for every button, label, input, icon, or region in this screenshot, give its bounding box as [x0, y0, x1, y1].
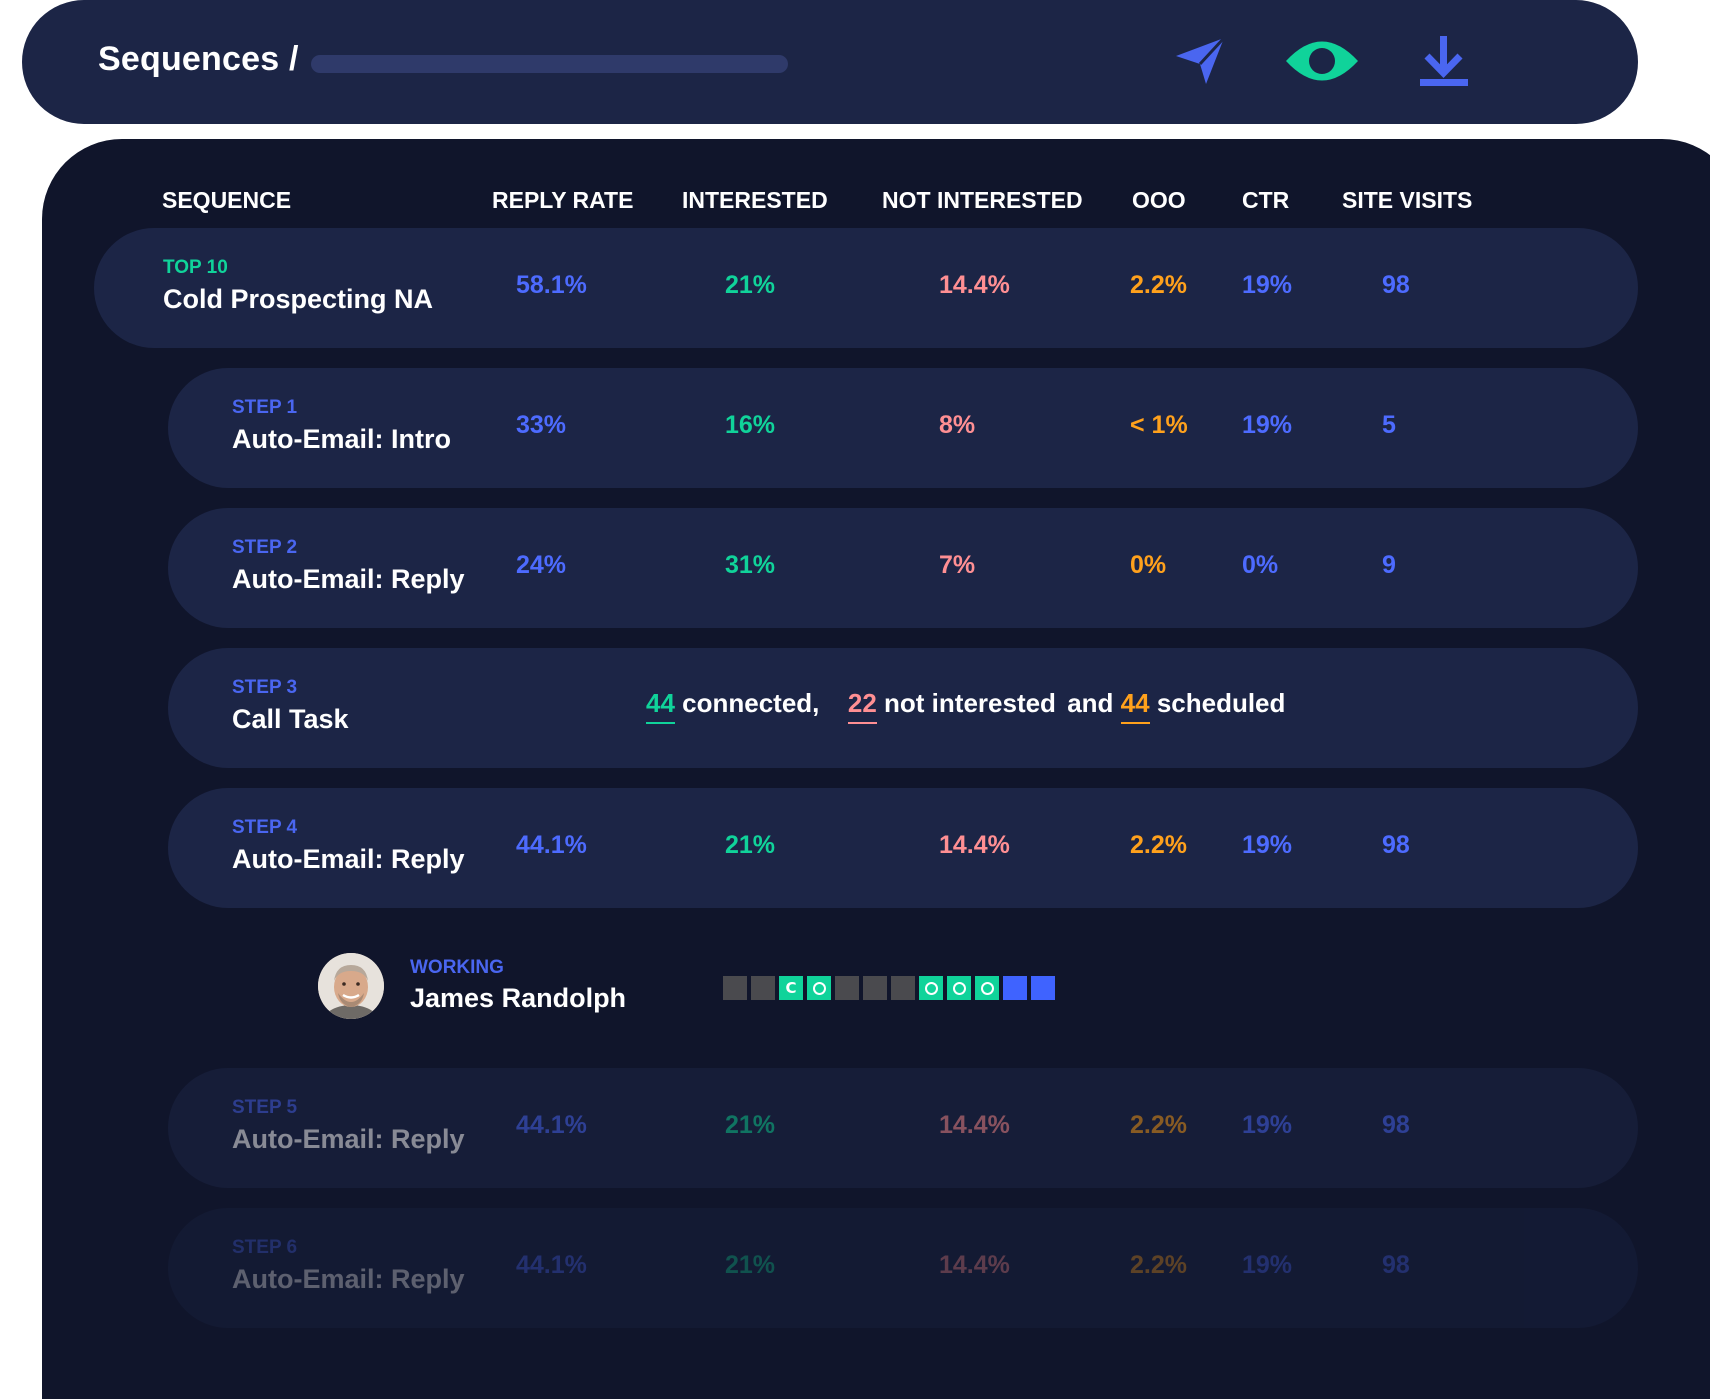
site-visits-value: 98: [1382, 271, 1410, 299]
ctr-value: 0%: [1242, 551, 1279, 579]
ctr-value: 19%: [1242, 1111, 1293, 1139]
contact-name[interactable]: James Randolph: [410, 983, 626, 1014]
reply-rate-value: 44.1%: [516, 1251, 587, 1279]
header-bar: Sequences /: [22, 0, 1638, 124]
activity-glyph: C: [785, 979, 797, 997]
connected-count: 44: [646, 688, 675, 724]
activity-square-blue: [1031, 976, 1055, 1000]
step-row[interactable]: STEP 3 Call Task 44 connected, 22 not in…: [168, 648, 1638, 768]
step-label: STEP 4: [232, 817, 298, 838]
ooo-value: 2.2%: [1130, 271, 1187, 299]
avatar[interactable]: [318, 953, 384, 1019]
ctr-value: 19%: [1242, 411, 1293, 439]
step-row[interactable]: STEP 5 Auto-Email: Reply 44.1% 21% 14.4%…: [168, 1068, 1638, 1188]
circle-icon: [924, 981, 938, 995]
top-10-badge: TOP 10: [163, 257, 228, 278]
column-header-ctr: CTR: [1242, 187, 1290, 213]
ooo-value: 2.2%: [1130, 831, 1187, 859]
ooo-value: 2.2%: [1130, 1111, 1187, 1139]
reply-rate-value: 58.1%: [516, 271, 587, 299]
reply-rate-value: 24%: [516, 551, 567, 579]
scheduled-label: scheduled: [1156, 688, 1286, 718]
step-row[interactable]: STEP 1 Auto-Email: Intro 33% 16% 8% < 1%…: [168, 368, 1638, 488]
activity-square-gray: [835, 976, 859, 1000]
connected-label: connected,: [682, 688, 820, 718]
working-status: WORKING: [410, 957, 504, 978]
interested-value: 21%: [725, 831, 776, 859]
site-visits-value: 5: [1382, 411, 1396, 439]
column-header-reply-rate: REPLY RATE: [492, 187, 634, 213]
send-icon[interactable]: [1168, 30, 1232, 92]
ctr-value: 19%: [1242, 1251, 1293, 1279]
site-visits-value: 98: [1382, 831, 1410, 859]
ooo-value: < 1%: [1130, 411, 1188, 439]
sequence-name-placeholder-bar[interactable]: [311, 55, 788, 73]
step-name: Call Task: [232, 704, 349, 734]
activity-square-green: C: [779, 976, 803, 1000]
ooo-value: 0%: [1130, 551, 1167, 579]
column-header-ooo: OOO: [1132, 187, 1186, 213]
interested-value: 16%: [725, 411, 776, 439]
column-header-not-interested: NOT INTERESTED: [882, 187, 1083, 213]
column-header-site-visits: SITE VISITS: [1342, 187, 1473, 213]
not-interested-count: 22: [847, 688, 877, 724]
activity-square-green: [919, 976, 943, 1000]
not-interested-value: 7%: [939, 551, 976, 579]
activity-square-gray: [891, 976, 915, 1000]
ctr-value: 19%: [1242, 271, 1293, 299]
step-name: Auto-Email: Intro: [232, 424, 451, 454]
site-visits-value: 98: [1382, 1251, 1410, 1279]
activity-square-green: [975, 976, 999, 1000]
circle-icon: [812, 981, 826, 995]
circle-icon: [952, 981, 966, 995]
activity-square-gray: [723, 976, 747, 1000]
not-interested-value: 14.4%: [939, 1251, 1010, 1279]
and-label: and: [1067, 688, 1114, 718]
not-interested-value: 14.4%: [939, 1111, 1010, 1139]
column-header-sequence: SEQUENCE: [162, 187, 292, 213]
eye-icon[interactable]: [1280, 30, 1364, 92]
step-name: Auto-Email: Reply: [232, 1124, 465, 1154]
step-row[interactable]: STEP 2 Auto-Email: Reply 24% 31% 7% 0% 0…: [168, 508, 1638, 628]
interested-value: 31%: [725, 551, 776, 579]
not-interested-value: 8%: [939, 411, 976, 439]
not-interested-value: 14.4%: [939, 271, 1010, 299]
step-label: STEP 1: [232, 397, 298, 418]
ctr-value: 19%: [1242, 831, 1293, 859]
activity-square-blue: [1003, 976, 1027, 1000]
ooo-value: 2.2%: [1130, 1251, 1187, 1279]
activity-square-green: [807, 976, 831, 1000]
step-label: STEP 6: [232, 1237, 298, 1258]
interested-value: 21%: [725, 1111, 776, 1139]
download-icon[interactable]: [1414, 30, 1474, 92]
breadcrumb-title[interactable]: Sequences /: [98, 40, 299, 79]
not-interested-label: not interested: [884, 688, 1056, 718]
activity-square-green: [947, 976, 971, 1000]
step-row[interactable]: STEP 4 Auto-Email: Reply 44.1% 21% 14.4%…: [168, 788, 1638, 908]
site-visits-value: 98: [1382, 1111, 1410, 1139]
sequence-name: Cold Prospecting NA: [163, 284, 434, 314]
step-name: Auto-Email: Reply: [232, 1264, 465, 1294]
step-label: STEP 2: [232, 537, 298, 558]
scheduled-count: 44: [1120, 688, 1150, 724]
site-visits-value: 9: [1382, 551, 1396, 579]
call-summary: 44 connected, 22 not interested and 44 s…: [646, 688, 1285, 724]
step-row[interactable]: STEP 6 Auto-Email: Reply 44.1% 21% 14.4%…: [168, 1208, 1638, 1328]
reply-rate-value: 33%: [516, 411, 567, 439]
activity-timeline: C: [723, 976, 1055, 1000]
step-label: STEP 5: [232, 1097, 298, 1118]
step-name: Auto-Email: Reply: [232, 564, 465, 594]
sequence-row[interactable]: TOP 10 Cold Prospecting NA 58.1% 21% 14.…: [94, 228, 1638, 348]
not-interested-value: 14.4%: [939, 831, 1010, 859]
circle-icon: [980, 981, 994, 995]
column-header-interested: INTERESTED: [682, 187, 828, 213]
interested-value: 21%: [725, 271, 776, 299]
reply-rate-value: 44.1%: [516, 831, 587, 859]
step-name: Auto-Email: Reply: [232, 844, 465, 874]
activity-square-gray: [751, 976, 775, 1000]
activity-square-gray: [863, 976, 887, 1000]
reply-rate-value: 44.1%: [516, 1111, 587, 1139]
step-label: STEP 3: [232, 677, 298, 698]
interested-value: 21%: [725, 1251, 776, 1279]
